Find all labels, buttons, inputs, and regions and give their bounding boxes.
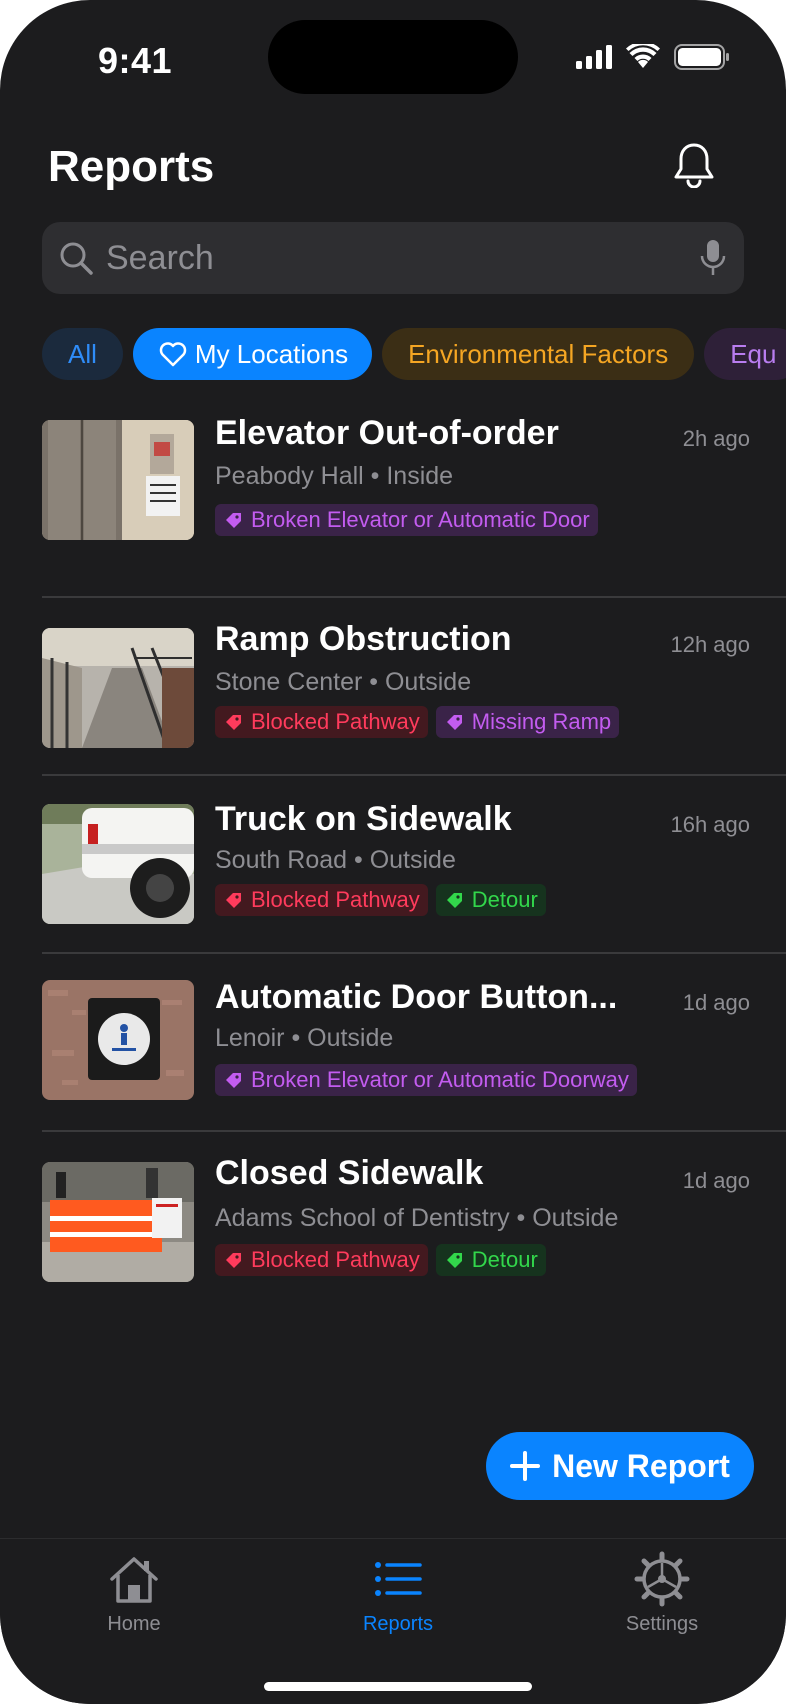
search-icon: [60, 242, 93, 275]
filter-chip-equ[interactable]: Equ: [704, 328, 786, 380]
tag-icon: [226, 513, 241, 528]
tag-badge: Missing Ramp: [435, 706, 620, 738]
tag-badge: Blocked Pathway: [215, 1244, 428, 1276]
tag-label: Blocked Pathway: [251, 1247, 420, 1272]
filter-chip-label: All: [68, 338, 97, 369]
tag-label: Broken Elevator or Automatic Doorway: [251, 1067, 629, 1092]
notification-bell-icon[interactable]: [672, 142, 716, 188]
tag-label: Broken Elevator or Automatic Door: [251, 507, 590, 532]
tab-settings-label: Settings: [625, 1613, 699, 1635]
status-time: 9:41: [98, 40, 173, 81]
report-thumbnail: [42, 628, 194, 748]
report-time: 1d ago: [682, 1168, 750, 1193]
status-icons: [576, 44, 730, 70]
new-report-label: New Report: [552, 1447, 730, 1484]
report-row[interactable]: Automatic Door Button... 1d ago Lenoir •…: [42, 952, 786, 1130]
report-title: Closed Sidewalk: [215, 1154, 484, 1192]
house-icon: [110, 1557, 158, 1603]
tag-label: Missing Ramp: [471, 709, 612, 734]
report-location: Stone Center • Outside: [215, 668, 472, 696]
report-tags: Broken Elevator or Automatic Door: [215, 504, 598, 536]
report-thumbnail: [42, 804, 194, 924]
filter-chip-label: Environmental Factors: [408, 338, 669, 369]
tag-badge: Blocked Pathway: [215, 706, 428, 738]
tag-icon: [226, 1073, 241, 1088]
tag-badge: Broken Elevator or Automatic Door: [215, 504, 598, 536]
tag-label: Detour: [471, 1247, 538, 1272]
report-title: Elevator Out-of-order: [215, 414, 559, 452]
tag-label: Detour: [471, 887, 538, 912]
search-input[interactable]: [106, 238, 698, 278]
tag-badge: Broken Elevator or Automatic Doorway: [215, 1064, 637, 1096]
tab-reports[interactable]: Reports: [318, 1551, 478, 1636]
report-tags: Blocked Pathway Detour: [215, 1244, 546, 1276]
report-time: 1d ago: [682, 990, 750, 1015]
report-row[interactable]: Closed Sidewalk 1d ago Adams School of D…: [42, 1130, 786, 1308]
tab-reports-label: Reports: [362, 1613, 434, 1635]
filter-chip-my-locations[interactable]: My Locations: [132, 328, 373, 380]
report-tags: Blocked Pathway Missing Ramp: [215, 706, 620, 738]
tag-label: Blocked Pathway: [251, 887, 420, 912]
phone-screen: 9:41 Reports Search All My Locations Env…: [0, 0, 786, 1704]
tag-badge: Blocked Pathway: [215, 884, 428, 916]
home-indicator: [264, 1682, 532, 1691]
list-icon: [375, 1562, 422, 1596]
report-location: Lenoir • Outside: [215, 1024, 394, 1052]
tag-icon: [226, 893, 241, 908]
tag-label: Blocked Pathway: [251, 709, 420, 734]
tag-icon: [446, 1253, 462, 1268]
filter-chips: All My Locations Environmental Factors E…: [42, 328, 786, 380]
filter-chip-label: My Locations: [194, 338, 349, 369]
report-title: Automatic Door Button...: [215, 978, 618, 1016]
tab-home[interactable]: Home: [54, 1551, 214, 1636]
report-tags: Broken Elevator or Automatic Doorway: [215, 1064, 637, 1096]
report-thumbnail: [42, 980, 194, 1100]
cellular-signal-icon: [576, 45, 612, 69]
report-time: 2h ago: [682, 426, 750, 451]
wifi-icon: [626, 44, 660, 68]
tag-icon: [226, 715, 241, 730]
tag-icon: [446, 715, 462, 730]
report-location: Adams School of Dentistry • Outside: [215, 1204, 619, 1232]
tag-icon: [226, 1253, 241, 1268]
new-report-button[interactable]: New Report: [486, 1432, 754, 1500]
report-time: 16h ago: [670, 812, 750, 837]
report-title: Ramp Obstruction: [215, 620, 512, 658]
dynamic-island: [268, 20, 518, 94]
report-row[interactable]: Ramp Obstruction 12h ago Stone Center • …: [42, 596, 786, 774]
tag-badge: Detour: [435, 884, 546, 916]
search-bar[interactable]: [42, 222, 744, 294]
report-title: Truck on Sidewalk: [215, 800, 512, 838]
tab-settings[interactable]: Settings: [582, 1551, 742, 1636]
report-row[interactable]: Truck on Sidewalk 16h ago South Road • O…: [42, 774, 786, 952]
report-thumbnail: [42, 1162, 194, 1282]
tab-home-label: Home: [107, 1613, 161, 1635]
filter-chip-label: Equ: [730, 338, 777, 369]
filter-chip-environmental-factors[interactable]: Environmental Factors: [382, 328, 695, 380]
filter-chip-all[interactable]: All: [42, 328, 123, 380]
battery-icon: [674, 44, 729, 70]
tag-badge: Detour: [435, 1244, 546, 1276]
report-tags: Blocked Pathway Detour: [215, 884, 546, 916]
tab-bar: Home Reports Settings: [0, 1538, 786, 1704]
gear-icon: [634, 1551, 690, 1607]
heart-icon: [159, 342, 187, 367]
reports-list: Elevator Out-of-order 2h ago Peabody Hal…: [42, 414, 786, 1308]
plus-icon: [510, 1451, 541, 1481]
microphone-icon[interactable]: [698, 238, 728, 278]
report-location: South Road • Outside: [215, 846, 456, 874]
report-row[interactable]: Elevator Out-of-order 2h ago Peabody Hal…: [42, 414, 786, 596]
page-title: Reports: [48, 142, 215, 191]
report-time: 12h ago: [670, 632, 750, 657]
report-location: Peabody Hall • Inside: [215, 462, 454, 490]
tag-icon: [446, 893, 462, 908]
report-thumbnail: [42, 420, 194, 540]
